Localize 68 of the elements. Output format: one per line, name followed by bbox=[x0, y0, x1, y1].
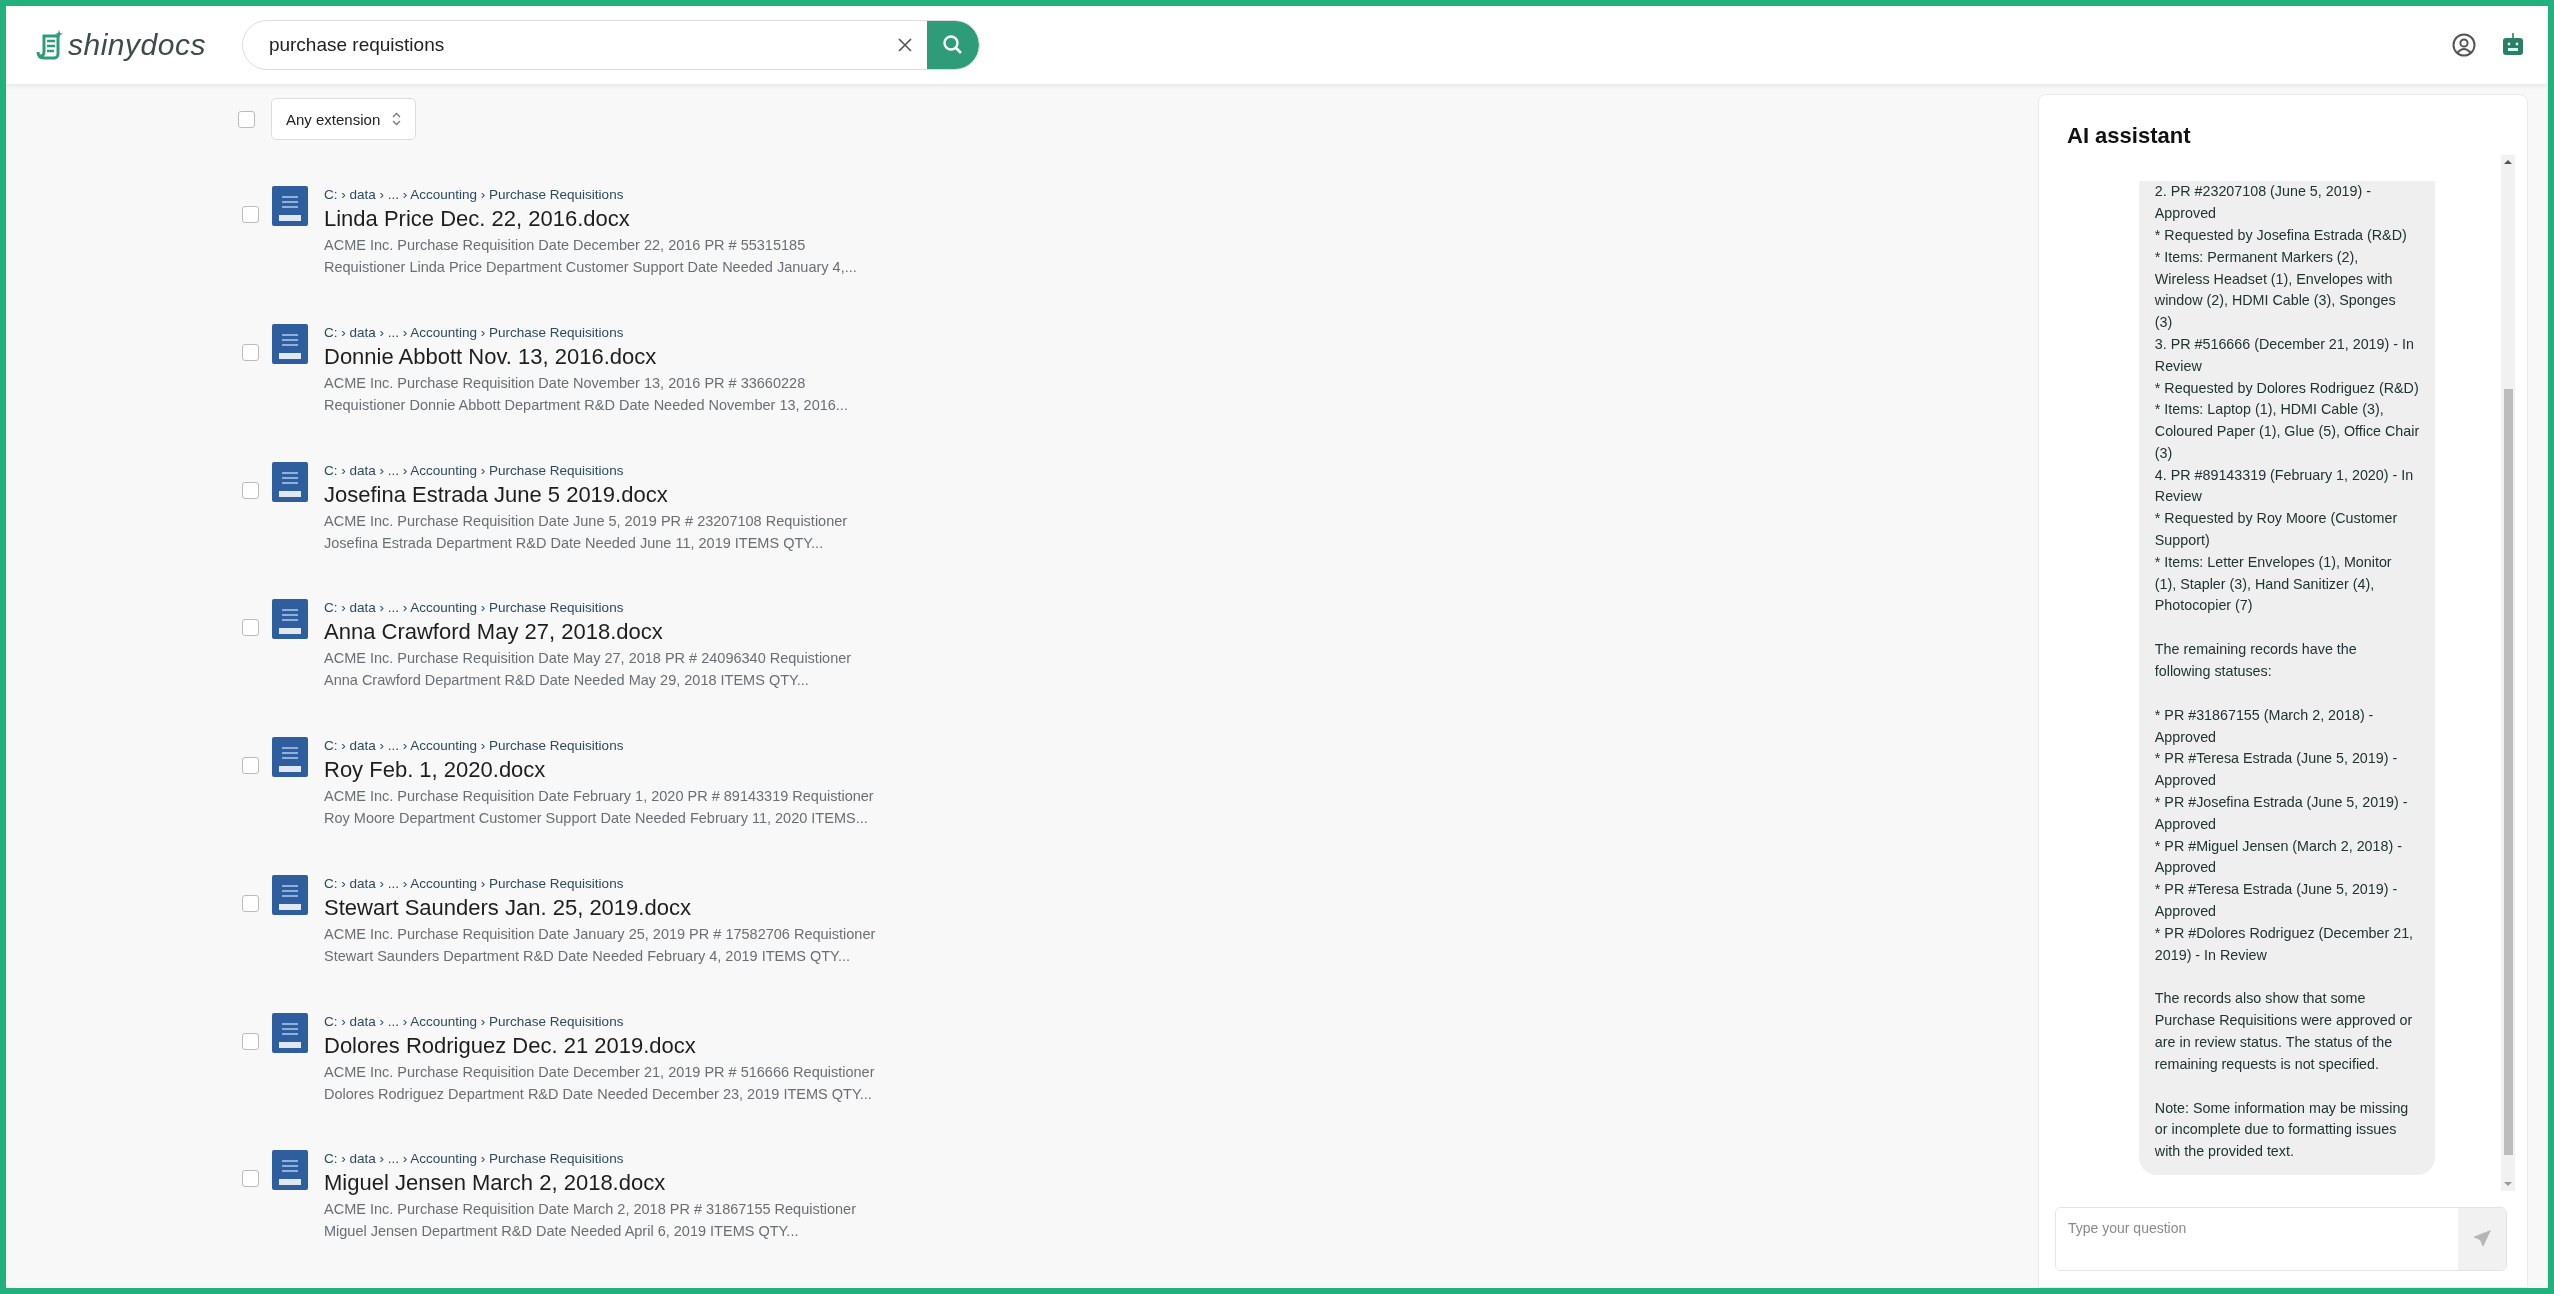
answer-paragraph: The remaining records have the following statuses: bbox=[2154, 640, 2358, 682]
result-checkbox[interactable] bbox=[242, 343, 259, 361]
search-button[interactable] bbox=[926, 21, 979, 69]
send-button[interactable] bbox=[2458, 1208, 2506, 1270]
snippet-text: Miguel Jensen Department R&D Date Needed April 6, 2019 ITEMS QTY... bbox=[324, 1222, 800, 1242]
robot-icon[interactable] bbox=[2502, 33, 2524, 57]
search-icon bbox=[941, 34, 964, 56]
docx-file-icon bbox=[272, 1150, 308, 1191]
snippet-text: ACME Inc. Purchase Requisition Date March 2, 2018 PR # 31867155 Requistioner bbox=[324, 1200, 856, 1220]
breadcrumb-path: C: › data › ... › Accounting › Purchase Requisitions bbox=[324, 1150, 625, 1169]
result-checkbox[interactable] bbox=[242, 206, 259, 223]
breadcrumb-path: C: › data › ... › Accounting › Purchase Requisitions bbox=[324, 874, 625, 893]
result-title-link[interactable]: Linda Price Dec. 22, 2016.docx bbox=[324, 204, 857, 234]
docx-file-icon bbox=[272, 874, 308, 915]
result-title-link[interactable]: Josefina Estrada June 5 2019.docx bbox=[324, 479, 848, 510]
snippet-text: ACME Inc. Purchase Requisition Date December 21, 2019 PR # 516666 Requistioner bbox=[324, 1062, 875, 1082]
answer-paragraph: * PR #31867155 (March 2, 2018) - Approved * PR #Teresa Estrada (June 5, 2019) - Approved * PR #Josefina Estrada (June 5, 2019) - Approved * PR #Miguel Jensen (March 2, 2018) - Approved * PR #Teresa Estrada (June 5, 2019) - Approved * PR #Dolores Rodriguez (December 21, 2019) - In Review bbox=[2154, 705, 2415, 965]
result-title-link[interactable]: Anna Crawford May 27, 2018.docx bbox=[324, 617, 852, 648]
snippet-text: Josefina Estrada Department R&D Date Needed June 11, 2019 ITEMS QTY... bbox=[324, 533, 825, 553]
search-field[interactable]: purchase requistions bbox=[242, 33, 883, 57]
docx-file-icon bbox=[272, 461, 308, 502]
docx-file-icon bbox=[272, 1012, 308, 1053]
result-title-link[interactable]: Donnie Abbott Nov. 13, 2016.docx bbox=[324, 341, 848, 372]
snippet-text: Roy Moore Department Customer Support Date Needed February 11, 2020 ITEMS... bbox=[324, 809, 869, 828]
breadcrumb-path: C: › data › ... › Accounting › Purchase Requisitions bbox=[324, 186, 625, 204]
search-bar[interactable]: purchase requistions bbox=[241, 20, 980, 70]
snippet-text: Stewart Saunders Department R&D Date Needed February 4, 2019 ITEMS QTY... bbox=[324, 946, 851, 966]
user-icon[interactable] bbox=[2452, 33, 2476, 57]
snippet-text: ACME Inc. Purchase Requisition Date December 22, 2016 PR # 55315185 bbox=[324, 236, 807, 255]
docx-file-icon bbox=[272, 186, 308, 226]
breadcrumb-path: C: › data › ... › Accounting › Purchase Requisitions bbox=[324, 323, 625, 342]
logo-text: shinydocs bbox=[68, 28, 206, 62]
extension-dropdown[interactable]: Any extension bbox=[271, 98, 417, 140]
breadcrumb-path: C: › data › ... › Accounting › Purchase Requisitions bbox=[324, 737, 625, 755]
docx-file-icon bbox=[272, 737, 308, 777]
snippet-text: Requistioner Donnie Abbott Department R&D Date Needed November 13, 2016... bbox=[324, 395, 848, 415]
scrollbar[interactable] bbox=[2501, 155, 2515, 1191]
snippet-text: Anna Crawford Department R&D Date Needed May 29, 2018 ITEMS QTY... bbox=[324, 671, 810, 691]
docx-file-icon bbox=[272, 323, 308, 364]
answer-paragraph: The records also show that some Purchase Requisitions were approved or are in review status. The status of the remaining requests is not specified. bbox=[2154, 989, 2414, 1074]
answer-paragraph: Note: Some information may be missing or incomplete due to formatting issues with the provided text. bbox=[2154, 1098, 2410, 1162]
result-checkbox[interactable] bbox=[242, 481, 259, 499]
result-checkbox[interactable] bbox=[242, 894, 259, 912]
chevron-up-down-icon bbox=[392, 112, 402, 126]
snippet-text: Requistioner Linda Price Department Customer Support Date Needed January 4,... bbox=[324, 258, 857, 277]
breadcrumb-path: C: › data › ... › Accounting › Purchase Requisitions bbox=[324, 461, 625, 480]
send-icon bbox=[2472, 1229, 2492, 1249]
snippet-text: Dolores Rodriguez Department R&D Date Needed December 23, 2019 ITEMS QTY... bbox=[324, 1084, 873, 1104]
docx-file-icon bbox=[272, 599, 308, 640]
select-all-checkbox[interactable] bbox=[238, 110, 255, 128]
snippet-text: ACME Inc. Purchase Requisition Date February 1, 2020 PR # 89143319 Requistioner bbox=[324, 787, 874, 806]
answer-paragraph: 2. PR #23207108 (June 5, 2019) - Approved * Requested by Josefina Estrada (R&D) * Items: Permanent Markers (2), Wireless Headset (1), Envelopes with window (2), HDMI Cable (3), Sponges (3) 3. PR #516666 (December 21, 2019) - In Review * Requested by Dolores Rodriguez (R&D) * Items: Laptop (1), HDMI Cable (3), Coloured Paper (1), Glue (5), Office Chair (3) 4. PR #89143319 (February 1, 2020) - In Review * Requested by Roy Moore (Customer Support) * Items: Letter Envelopes (1), Monitor (1), Stapler (3), Hand Sanitizer (4), Photocopier (7) bbox=[2154, 182, 2420, 616]
snippet-text: ACME Inc. Purchase Requisition Date May 27, 2018 PR # 24096340 Requistioner bbox=[324, 649, 852, 669]
breadcrumb-path: C: › data › ... › Accounting › Purchase Requisitions bbox=[324, 1012, 625, 1031]
panel-title: AI assistant bbox=[2066, 122, 2192, 150]
snippet-text: ACME Inc. Purchase Requisition Date January 25, 2019 PR # 17582706 Requistioner bbox=[324, 924, 876, 944]
result-checkbox[interactable] bbox=[242, 1170, 259, 1188]
result-checkbox[interactable] bbox=[242, 619, 259, 637]
snippet-text: ACME Inc. Purchase Requisition Date November 13, 2016 PR # 33660228 bbox=[324, 373, 807, 393]
result-title-link[interactable]: Miguel Jensen March 2, 2018.docx bbox=[324, 1168, 856, 1199]
result-checkbox[interactable] bbox=[242, 1032, 259, 1050]
result-title-link[interactable]: Stewart Saunders Jan. 25, 2019.docx bbox=[324, 892, 876, 923]
snippet-text: ACME Inc. Purchase Requisition Date June 5, 2019 PR # 23207108 Requistioner bbox=[324, 511, 848, 531]
result-title-link[interactable]: Roy Feb. 1, 2020.docx bbox=[324, 755, 874, 785]
close-icon bbox=[896, 37, 913, 53]
result-checkbox[interactable] bbox=[242, 757, 259, 774]
result-title-link[interactable]: Dolores Rodriguez Dec. 21 2019.docx bbox=[324, 1030, 875, 1061]
breadcrumb-path: C: › data › ... › Accounting › Purchase Requisitions bbox=[324, 599, 625, 618]
